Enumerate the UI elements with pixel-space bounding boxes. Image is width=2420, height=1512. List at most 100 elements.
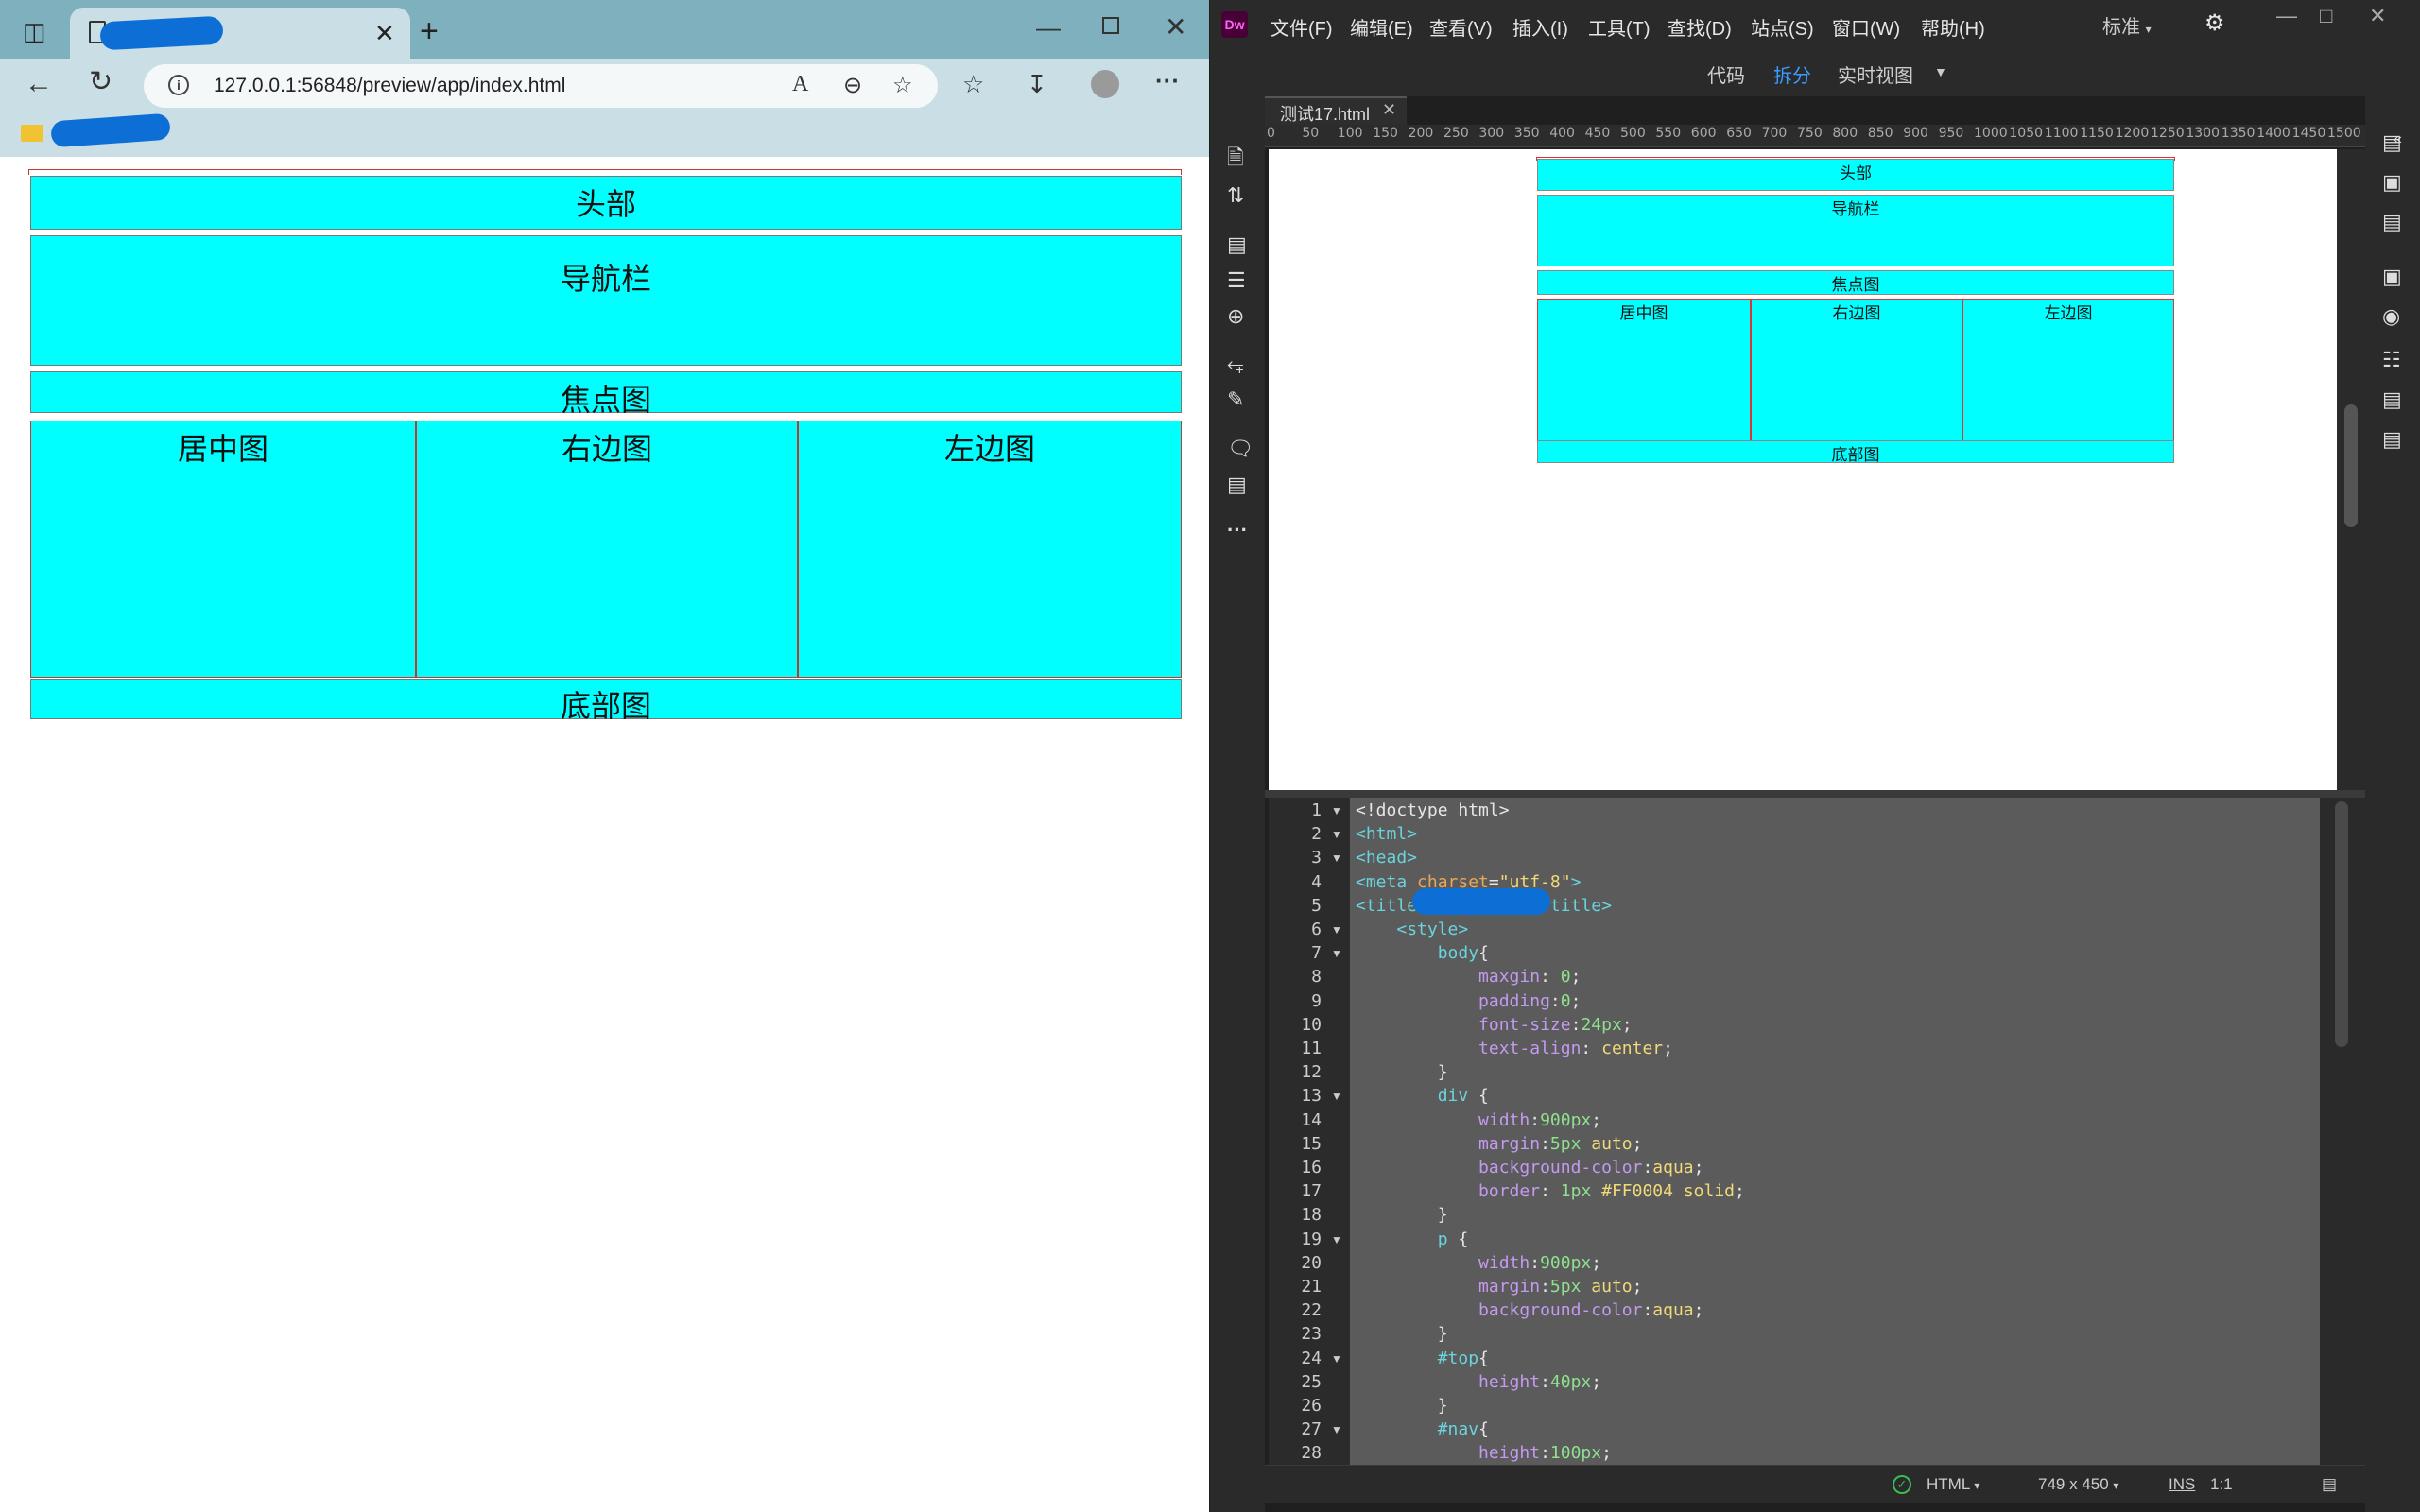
- edit-icon[interactable]: ✎: [1227, 389, 1244, 410]
- fold-toggle-icon[interactable]: ▼: [1331, 851, 1342, 865]
- dw-maximize-icon[interactable]: □: [2320, 4, 2332, 28]
- more-tools-icon[interactable]: ···: [1227, 520, 1248, 541]
- file-management-icon[interactable]: ▤: [1227, 234, 1247, 255]
- menu-window[interactable]: 窗口(W): [1832, 13, 1900, 41]
- insert-mode-toggle[interactable]: INS: [2169, 1475, 2195, 1494]
- back-arrow-icon[interactable]: ←: [25, 70, 53, 98]
- assets-panel-icon[interactable]: ▣: [2382, 172, 2402, 193]
- address-bar[interactable]: i 127.0.0.1:56848/preview/app/index.html…: [144, 64, 938, 108]
- comment-icon[interactable]: 🗨: [1227, 438, 1253, 459]
- no-errors-check-icon[interactable]: ✓: [1893, 1475, 1911, 1494]
- split-divider[interactable]: [1265, 790, 2365, 798]
- live-inspect-icon[interactable]: ⊕: [1227, 306, 1244, 327]
- dom-panel-icon[interactable]: ▤: [2382, 132, 2402, 153]
- new-tab-icon[interactable]: +: [420, 15, 439, 47]
- minimize-icon[interactable]: —: [1036, 13, 1061, 43]
- live-view-canvas[interactable]: 头部 导航栏 焦点图 居中图 右边图 左边图 底部图: [1269, 149, 2337, 790]
- menu-help[interactable]: 帮助(H): [1921, 13, 1985, 41]
- profile-avatar-icon[interactable]: [1091, 70, 1119, 98]
- code-line[interactable]: font-size:24px;: [1356, 1015, 1633, 1035]
- chevron-down-icon[interactable]: ▼: [1934, 64, 1947, 79]
- folder-icon[interactable]: [21, 125, 43, 142]
- view-code-button[interactable]: 代码: [1707, 60, 1745, 88]
- close-document-icon[interactable]: ✕: [1382, 100, 1396, 120]
- fold-toggle-icon[interactable]: ▼: [1331, 923, 1342, 936]
- code-line[interactable]: width:900px;: [1356, 1110, 1601, 1130]
- code-line[interactable]: div {: [1356, 1086, 1489, 1106]
- zoom-out-icon[interactable]: ⊖: [843, 72, 862, 99]
- sync-settings-icon[interactable]: ⚙: [2204, 9, 2225, 37]
- dw-close-icon[interactable]: ✕: [2369, 4, 2386, 28]
- code-line[interactable]: margin:5px auto;: [1356, 1277, 1642, 1297]
- window-close-icon[interactable]: ✕: [1165, 11, 1186, 43]
- snippets-panel-icon[interactable]: ▤: [2382, 212, 2402, 232]
- dw-minimize-icon[interactable]: —: [2276, 4, 2297, 28]
- code-line[interactable]: }: [1356, 1062, 1448, 1082]
- sidebar-icon[interactable]: ◫: [23, 19, 46, 43]
- code-line[interactable]: <html>: [1356, 824, 1417, 844]
- scrollbar-thumb[interactable]: [2335, 801, 2348, 1047]
- document-tab[interactable]: 测试17.html ✕: [1265, 96, 1407, 125]
- format-source-icon[interactable]: ☰: [1227, 270, 1246, 291]
- read-aloud-icon[interactable]: A: [792, 72, 808, 97]
- download-icon[interactable]: ↧: [1027, 72, 1047, 96]
- code-line[interactable]: }: [1356, 1205, 1448, 1225]
- add-favorite-icon[interactable]: ☆: [892, 72, 913, 99]
- code-line[interactable]: width:900px;: [1356, 1253, 1601, 1273]
- code-line[interactable]: height:40px;: [1356, 1372, 1601, 1392]
- code-line[interactable]: <!doctype html>: [1356, 800, 1510, 820]
- menu-file[interactable]: 文件(F): [1270, 13, 1333, 41]
- refresh-icon[interactable]: ↻: [89, 68, 112, 96]
- view-split-button[interactable]: 拆分: [1773, 60, 1811, 88]
- menu-edit[interactable]: 编辑(E): [1350, 13, 1413, 41]
- code-line[interactable]: margin:5px auto;: [1356, 1134, 1642, 1154]
- files-panel-icon[interactable]: ☷: [2382, 350, 2401, 370]
- fold-toggle-icon[interactable]: ▼: [1331, 1233, 1342, 1246]
- code-line[interactable]: body{: [1356, 943, 1489, 963]
- apply-comment-icon[interactable]: ▤: [1227, 474, 1247, 495]
- open-document-icon[interactable]: 🗎: [1227, 147, 1244, 168]
- code-scrollbar[interactable]: [2320, 798, 2365, 1465]
- code-line[interactable]: background-color:aqua;: [1356, 1158, 1703, 1177]
- window-size-select[interactable]: 749 x 450 ▾: [2038, 1475, 2118, 1494]
- preview-device-icon[interactable]: ▤: [2322, 1475, 2337, 1494]
- favorites-icon[interactable]: ☆: [962, 72, 984, 96]
- document-type-select[interactable]: HTML ▾: [1927, 1475, 1979, 1494]
- code-line[interactable]: }: [1356, 1324, 1448, 1344]
- code-line[interactable]: border: 1px #FF0004 solid;: [1356, 1181, 1745, 1201]
- cc-libraries-icon[interactable]: ◉: [2382, 306, 2400, 327]
- code-line[interactable]: background-color:aqua;: [1356, 1300, 1703, 1320]
- fold-toggle-icon[interactable]: ▼: [1331, 804, 1342, 817]
- fold-toggle-icon[interactable]: ▼: [1331, 1423, 1342, 1436]
- view-live-button[interactable]: 实时视图: [1838, 60, 1913, 88]
- close-tab-icon[interactable]: ✕: [374, 19, 395, 48]
- code-line[interactable]: #nav{: [1356, 1419, 1489, 1439]
- code-line[interactable]: text-align: center;: [1356, 1039, 1673, 1058]
- properties-panel-icon[interactable]: ▤: [2382, 429, 2402, 450]
- code-line[interactable]: <style>: [1356, 919, 1468, 939]
- code-line[interactable]: }: [1356, 1396, 1448, 1416]
- code-line[interactable]: <head>: [1356, 848, 1417, 868]
- code-line[interactable]: height:100px;: [1356, 1443, 1612, 1463]
- fold-toggle-icon[interactable]: ▼: [1331, 1090, 1342, 1103]
- url-text[interactable]: 127.0.0.1:56848/preview/app/index.html: [214, 75, 565, 97]
- file-transfer-icon[interactable]: ⇅: [1227, 185, 1244, 206]
- menu-insert[interactable]: 插入(I): [1512, 13, 1568, 41]
- code-line[interactable]: padding:0;: [1356, 991, 1581, 1011]
- code-line[interactable]: p {: [1356, 1229, 1469, 1249]
- live-view-scrollbar[interactable]: [2337, 149, 2365, 790]
- menu-find[interactable]: 查找(D): [1668, 13, 1732, 41]
- fold-toggle-icon[interactable]: ▼: [1331, 1352, 1342, 1366]
- code-line[interactable]: #top{: [1356, 1349, 1489, 1368]
- expand-collapse-icon[interactable]: ⥆: [1227, 353, 1244, 374]
- workspace-select[interactable]: 标准 ▾: [2102, 11, 2152, 39]
- menu-site[interactable]: 站点(S): [1751, 13, 1814, 41]
- menu-view[interactable]: 查看(V): [1429, 13, 1493, 41]
- tab-active[interactable]: ✕: [70, 8, 410, 59]
- fold-toggle-icon[interactable]: ▼: [1331, 828, 1342, 841]
- fold-toggle-icon[interactable]: ▼: [1331, 947, 1342, 960]
- more-menu-icon[interactable]: ···: [1155, 68, 1180, 93]
- scrollbar-thumb[interactable]: [2344, 404, 2358, 527]
- maximize-icon[interactable]: [1102, 17, 1119, 34]
- code-line[interactable]: maxgin: 0;: [1356, 967, 1581, 987]
